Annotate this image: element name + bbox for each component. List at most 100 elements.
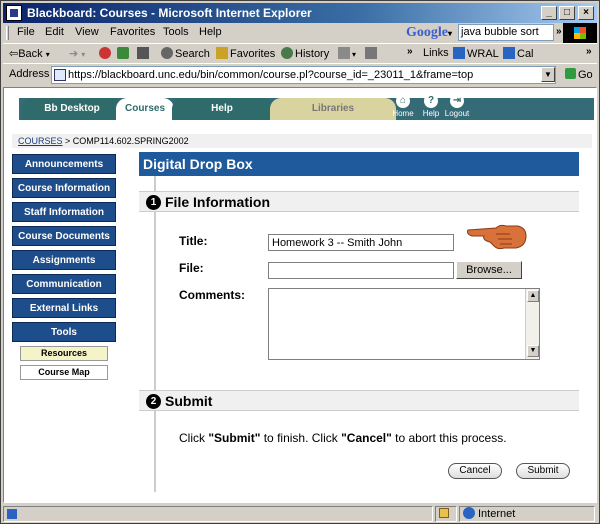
search-label: Search xyxy=(175,48,210,60)
page-icon xyxy=(503,47,515,59)
title-bar[interactable]: Blackboard: Courses - Microsoft Internet… xyxy=(3,3,597,23)
breadcrumb-course-id: > COMP114.602.SPRING2002 xyxy=(62,136,189,146)
logout-link[interactable]: ⇥ Logout xyxy=(442,94,472,118)
status-text-pane xyxy=(3,506,433,522)
back-button[interactable]: ⇦Back ▾ xyxy=(9,47,50,60)
scroll-down-arrow-icon[interactable]: ▼ xyxy=(527,345,539,357)
chevron-more-icon[interactable]: » xyxy=(586,46,592,57)
page-icon xyxy=(54,69,66,81)
instructions-cancel-word: "Cancel" xyxy=(341,431,392,445)
google-search-input[interactable]: java bubble sort xyxy=(458,24,554,41)
file-input[interactable] xyxy=(268,262,454,279)
submit-button[interactable]: Submit xyxy=(516,463,570,479)
title-field-label: Title: xyxy=(179,234,208,248)
chevron-more-icon[interactable]: » xyxy=(556,26,562,37)
refresh-button[interactable] xyxy=(117,47,131,60)
menu-file[interactable]: File xyxy=(17,26,35,38)
go-button[interactable]: Go xyxy=(565,68,593,81)
page-icon xyxy=(453,47,465,59)
search-button[interactable]: Search xyxy=(161,47,210,60)
help-link-label: Help xyxy=(422,109,440,118)
menu-edit[interactable]: Edit xyxy=(45,26,64,38)
cancel-button[interactable]: Cancel xyxy=(448,463,502,479)
step-number-badge: 2 xyxy=(146,394,161,409)
home-link-label: Home xyxy=(392,109,414,118)
address-dropdown-button[interactable]: ▼ xyxy=(541,67,555,82)
address-url: https://blackboard.unc.edu/bin/common/co… xyxy=(68,69,474,81)
browse-button[interactable]: Browse... xyxy=(456,261,522,279)
status-secure-pane xyxy=(435,506,457,522)
tab-help[interactable]: Help xyxy=(172,98,272,120)
menu-tools[interactable]: Tools xyxy=(163,26,189,38)
toolbar-grip[interactable] xyxy=(6,26,9,40)
mail-button[interactable]: ▾ xyxy=(338,47,356,60)
page-title: Digital Drop Box xyxy=(139,152,579,176)
resources-button[interactable]: Resources xyxy=(20,346,108,361)
dropdown-arrow-icon: ▾ xyxy=(45,50,50,59)
minimize-button[interactable]: _ xyxy=(541,6,557,20)
menu-favorites[interactable]: Favorites xyxy=(110,26,155,38)
section-file-information-title: File Information xyxy=(165,194,270,210)
close-button[interactable]: × xyxy=(578,6,594,20)
status-zone-pane: Internet xyxy=(459,506,595,522)
logout-link-label: Logout xyxy=(444,109,470,118)
file-field-label: File: xyxy=(179,261,204,275)
print-icon xyxy=(365,47,377,59)
go-label: Go xyxy=(578,69,593,81)
title-input[interactable]: Homework 3 -- Smith John xyxy=(268,234,454,251)
tab-bb-desktop[interactable]: Bb Desktop xyxy=(22,98,122,120)
breadcrumb-courses-link[interactable]: COURSES xyxy=(18,136,63,146)
comments-scrollbar[interactable]: ▲ ▼ xyxy=(525,289,539,359)
menu-help[interactable]: Help xyxy=(199,26,222,38)
section-submit: 2 Submit xyxy=(139,390,579,411)
favorites-button[interactable]: Favorites xyxy=(216,47,275,60)
nav-assignments[interactable]: Assignments xyxy=(12,250,116,270)
link-wral[interactable]: WRAL xyxy=(453,47,499,60)
page-icon xyxy=(7,509,17,519)
nav-course-documents[interactable]: Course Documents xyxy=(12,226,116,246)
submit-instructions: Click "Submit" to finish. Click "Cancel"… xyxy=(179,431,507,445)
dropdown-arrow-icon: ▾ xyxy=(448,29,453,38)
chevron-more-icon[interactable]: » xyxy=(407,46,413,57)
stop-icon xyxy=(99,47,111,59)
menu-view[interactable]: View xyxy=(75,26,99,38)
mail-icon xyxy=(338,47,350,59)
lock-icon xyxy=(439,508,449,518)
ie-icon xyxy=(6,5,22,21)
home-link[interactable]: ⌂ Home xyxy=(388,94,418,118)
standard-toolbar: ⇦Back ▾ ➔ ▾ Search Favorites History ▾ »… xyxy=(3,43,597,63)
nav-tools[interactable]: Tools xyxy=(12,322,116,342)
tab-courses[interactable]: Courses xyxy=(116,98,174,120)
maximize-button[interactable]: □ xyxy=(559,6,575,20)
course-map-button[interactable]: Course Map xyxy=(20,365,108,380)
favorites-icon xyxy=(216,47,228,59)
links-label[interactable]: Links xyxy=(423,47,449,59)
print-button[interactable] xyxy=(365,47,379,60)
comments-textarea[interactable]: ▲ ▼ xyxy=(268,288,540,360)
nav-course-information[interactable]: Course Information xyxy=(12,178,116,198)
go-arrow-icon xyxy=(565,68,576,79)
instructions-part-3: to abort this process. xyxy=(391,431,507,445)
nav-communication[interactable]: Communication xyxy=(12,274,116,294)
forward-button[interactable]: ➔ ▾ xyxy=(69,47,85,60)
stop-button[interactable] xyxy=(99,47,113,60)
nav-staff-information[interactable]: Staff Information xyxy=(12,202,116,222)
nav-external-links[interactable]: External Links xyxy=(12,298,116,318)
tab-libraries[interactable]: Libraries xyxy=(270,98,396,120)
section-submit-title: Submit xyxy=(165,393,213,409)
link-cal[interactable]: Cal xyxy=(503,47,534,60)
search-icon xyxy=(161,47,173,59)
instructions-part-1: Click xyxy=(179,431,209,445)
back-arrow-icon: ⇦ xyxy=(9,48,19,60)
google-logo[interactable]: Google▾ xyxy=(406,25,452,41)
nav-announcements[interactable]: Announcements xyxy=(12,154,116,174)
instructions-submit-word: "Submit" xyxy=(208,431,261,445)
history-icon xyxy=(281,47,293,59)
scroll-up-arrow-icon[interactable]: ▲ xyxy=(527,290,539,302)
refresh-icon xyxy=(117,47,129,59)
history-button[interactable]: History xyxy=(281,47,329,60)
home-button[interactable] xyxy=(137,47,151,60)
address-input[interactable]: https://blackboard.unc.edu/bin/common/co… xyxy=(51,66,556,84)
back-label: Back xyxy=(18,48,43,60)
status-bar: Internet xyxy=(3,504,597,523)
